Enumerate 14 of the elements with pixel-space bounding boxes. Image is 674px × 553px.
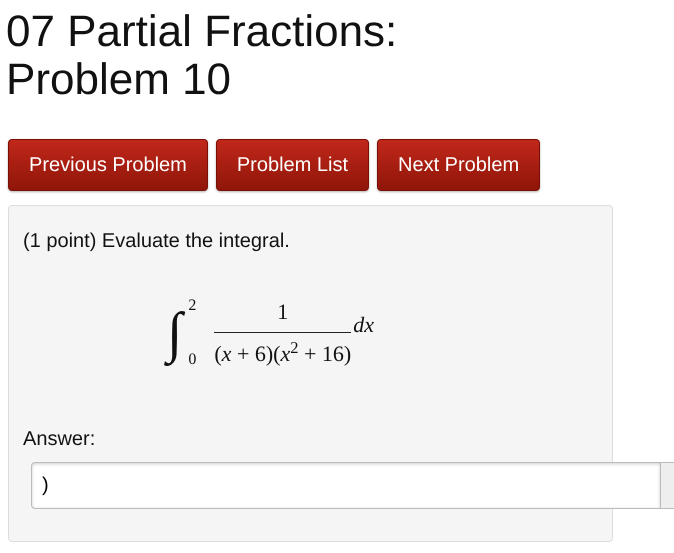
nav-button[interactable]: Problem List: [216, 138, 369, 191]
differential: dx: [353, 310, 374, 339]
nav-button[interactable]: Previous Problem: [8, 138, 208, 191]
answer-field[interactable]: ): [31, 462, 661, 510]
integral-sign: ∫: [163, 294, 186, 372]
nav-button[interactable]: Next Problem: [377, 138, 540, 191]
lower-limit: 0: [188, 350, 196, 370]
answer-label: Answer:: [23, 427, 96, 452]
numerator: 1: [214, 295, 352, 334]
denominator: (x + 6)(x$^{2}$ + 16): [214, 337, 352, 368]
upper-limit: 2: [188, 296, 196, 316]
field-side-button[interactable]: [661, 462, 674, 510]
page-title: 07 Partial Fractions: Problem 10: [6, 8, 398, 105]
problem-statement: (1 point) Evaluate the integral.: [23, 228, 291, 254]
